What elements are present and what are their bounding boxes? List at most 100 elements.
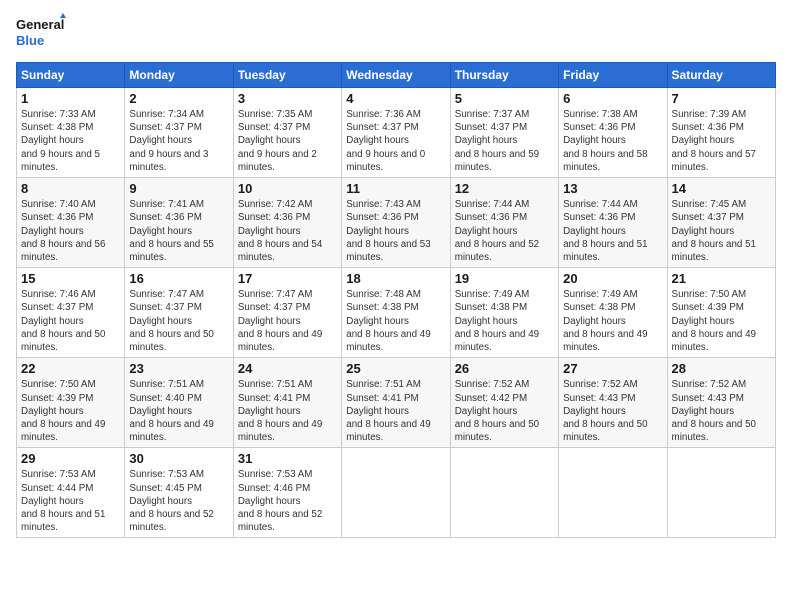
day-number: 13 [563,181,662,196]
day-number: 9 [129,181,228,196]
day-number: 6 [563,91,662,106]
day-info: Sunrise: 7:44 AM Sunset: 4:36 PM Dayligh… [455,198,554,264]
day-number: 23 [129,361,228,376]
calendar-cell: 2 Sunrise: 7:34 AM Sunset: 4:37 PM Dayli… [125,88,233,178]
week-row-2: 8 Sunrise: 7:40 AM Sunset: 4:36 PM Dayli… [17,178,776,268]
day-number: 30 [129,451,228,466]
calendar-cell: 11 Sunrise: 7:43 AM Sunset: 4:36 PM Dayl… [342,178,450,268]
day-number: 21 [672,271,771,286]
day-info: Sunrise: 7:45 AM Sunset: 4:37 PM Dayligh… [672,198,771,264]
calendar-cell: 31 Sunrise: 7:53 AM Sunset: 4:46 PM Dayl… [233,448,341,538]
day-number: 18 [346,271,445,286]
day-number: 20 [563,271,662,286]
day-number: 25 [346,361,445,376]
week-row-4: 22 Sunrise: 7:50 AM Sunset: 4:39 PM Dayl… [17,358,776,448]
day-number: 12 [455,181,554,196]
day-info: Sunrise: 7:50 AM Sunset: 4:39 PM Dayligh… [672,288,771,354]
day-number: 8 [21,181,120,196]
calendar-cell: 27 Sunrise: 7:52 AM Sunset: 4:43 PM Dayl… [559,358,667,448]
calendar-cell: 21 Sunrise: 7:50 AM Sunset: 4:39 PM Dayl… [667,268,775,358]
day-info: Sunrise: 7:33 AM Sunset: 4:38 PM Dayligh… [21,108,120,174]
calendar-cell: 5 Sunrise: 7:37 AM Sunset: 4:37 PM Dayli… [450,88,558,178]
calendar-cell: 18 Sunrise: 7:48 AM Sunset: 4:38 PM Dayl… [342,268,450,358]
calendar-cell: 8 Sunrise: 7:40 AM Sunset: 4:36 PM Dayli… [17,178,125,268]
header-saturday: Saturday [667,63,775,88]
week-row-5: 29 Sunrise: 7:53 AM Sunset: 4:44 PM Dayl… [17,448,776,538]
header-monday: Monday [125,63,233,88]
calendar-cell: 26 Sunrise: 7:52 AM Sunset: 4:42 PM Dayl… [450,358,558,448]
day-info: Sunrise: 7:52 AM Sunset: 4:42 PM Dayligh… [455,378,554,444]
day-number: 7 [672,91,771,106]
day-number: 15 [21,271,120,286]
page: General Blue SundayMondayTuesdayWednesda… [0,0,792,612]
day-info: Sunrise: 7:49 AM Sunset: 4:38 PM Dayligh… [563,288,662,354]
day-info: Sunrise: 7:53 AM Sunset: 4:45 PM Dayligh… [129,468,228,534]
day-info: Sunrise: 7:48 AM Sunset: 4:38 PM Dayligh… [346,288,445,354]
day-info: Sunrise: 7:50 AM Sunset: 4:39 PM Dayligh… [21,378,120,444]
day-info: Sunrise: 7:39 AM Sunset: 4:36 PM Dayligh… [672,108,771,174]
calendar-cell [342,448,450,538]
day-number: 11 [346,181,445,196]
calendar-cell: 20 Sunrise: 7:49 AM Sunset: 4:38 PM Dayl… [559,268,667,358]
logo: General Blue [16,12,66,54]
day-info: Sunrise: 7:53 AM Sunset: 4:46 PM Dayligh… [238,468,337,534]
calendar-cell: 12 Sunrise: 7:44 AM Sunset: 4:36 PM Dayl… [450,178,558,268]
day-info: Sunrise: 7:52 AM Sunset: 4:43 PM Dayligh… [672,378,771,444]
day-number: 31 [238,451,337,466]
calendar-cell: 19 Sunrise: 7:49 AM Sunset: 4:38 PM Dayl… [450,268,558,358]
calendar-cell [559,448,667,538]
day-number: 1 [21,91,120,106]
header-thursday: Thursday [450,63,558,88]
day-info: Sunrise: 7:44 AM Sunset: 4:36 PM Dayligh… [563,198,662,264]
calendar-cell: 24 Sunrise: 7:51 AM Sunset: 4:41 PM Dayl… [233,358,341,448]
calendar-cell: 22 Sunrise: 7:50 AM Sunset: 4:39 PM Dayl… [17,358,125,448]
day-info: Sunrise: 7:38 AM Sunset: 4:36 PM Dayligh… [563,108,662,174]
day-number: 17 [238,271,337,286]
svg-text:General: General [16,17,64,32]
calendar-cell: 16 Sunrise: 7:47 AM Sunset: 4:37 PM Dayl… [125,268,233,358]
calendar-cell: 9 Sunrise: 7:41 AM Sunset: 4:36 PM Dayli… [125,178,233,268]
day-info: Sunrise: 7:51 AM Sunset: 4:41 PM Dayligh… [238,378,337,444]
calendar-cell: 29 Sunrise: 7:53 AM Sunset: 4:44 PM Dayl… [17,448,125,538]
day-info: Sunrise: 7:47 AM Sunset: 4:37 PM Dayligh… [238,288,337,354]
day-info: Sunrise: 7:34 AM Sunset: 4:37 PM Dayligh… [129,108,228,174]
day-number: 22 [21,361,120,376]
calendar-cell: 4 Sunrise: 7:36 AM Sunset: 4:37 PM Dayli… [342,88,450,178]
calendar-cell: 25 Sunrise: 7:51 AM Sunset: 4:41 PM Dayl… [342,358,450,448]
week-row-1: 1 Sunrise: 7:33 AM Sunset: 4:38 PM Dayli… [17,88,776,178]
day-number: 16 [129,271,228,286]
day-info: Sunrise: 7:49 AM Sunset: 4:38 PM Dayligh… [455,288,554,354]
calendar-cell: 17 Sunrise: 7:47 AM Sunset: 4:37 PM Dayl… [233,268,341,358]
day-info: Sunrise: 7:42 AM Sunset: 4:36 PM Dayligh… [238,198,337,264]
calendar-cell: 7 Sunrise: 7:39 AM Sunset: 4:36 PM Dayli… [667,88,775,178]
week-row-3: 15 Sunrise: 7:46 AM Sunset: 4:37 PM Dayl… [17,268,776,358]
day-info: Sunrise: 7:36 AM Sunset: 4:37 PM Dayligh… [346,108,445,174]
day-number: 5 [455,91,554,106]
day-info: Sunrise: 7:51 AM Sunset: 4:40 PM Dayligh… [129,378,228,444]
day-number: 14 [672,181,771,196]
day-info: Sunrise: 7:43 AM Sunset: 4:36 PM Dayligh… [346,198,445,264]
calendar-cell [450,448,558,538]
header-sunday: Sunday [17,63,125,88]
day-number: 19 [455,271,554,286]
day-info: Sunrise: 7:47 AM Sunset: 4:37 PM Dayligh… [129,288,228,354]
logo-svg: General Blue [16,12,66,54]
calendar-cell: 15 Sunrise: 7:46 AM Sunset: 4:37 PM Dayl… [17,268,125,358]
day-number: 2 [129,91,228,106]
calendar-header-row: SundayMondayTuesdayWednesdayThursdayFrid… [17,63,776,88]
calendar-cell: 3 Sunrise: 7:35 AM Sunset: 4:37 PM Dayli… [233,88,341,178]
day-info: Sunrise: 7:52 AM Sunset: 4:43 PM Dayligh… [563,378,662,444]
day-info: Sunrise: 7:53 AM Sunset: 4:44 PM Dayligh… [21,468,120,534]
svg-text:Blue: Blue [16,33,44,48]
header-wednesday: Wednesday [342,63,450,88]
day-info: Sunrise: 7:51 AM Sunset: 4:41 PM Dayligh… [346,378,445,444]
day-number: 10 [238,181,337,196]
day-info: Sunrise: 7:35 AM Sunset: 4:37 PM Dayligh… [238,108,337,174]
day-info: Sunrise: 7:41 AM Sunset: 4:36 PM Dayligh… [129,198,228,264]
calendar-cell: 23 Sunrise: 7:51 AM Sunset: 4:40 PM Dayl… [125,358,233,448]
calendar-cell: 30 Sunrise: 7:53 AM Sunset: 4:45 PM Dayl… [125,448,233,538]
calendar-cell: 6 Sunrise: 7:38 AM Sunset: 4:36 PM Dayli… [559,88,667,178]
day-number: 4 [346,91,445,106]
day-number: 28 [672,361,771,376]
calendar-cell: 28 Sunrise: 7:52 AM Sunset: 4:43 PM Dayl… [667,358,775,448]
